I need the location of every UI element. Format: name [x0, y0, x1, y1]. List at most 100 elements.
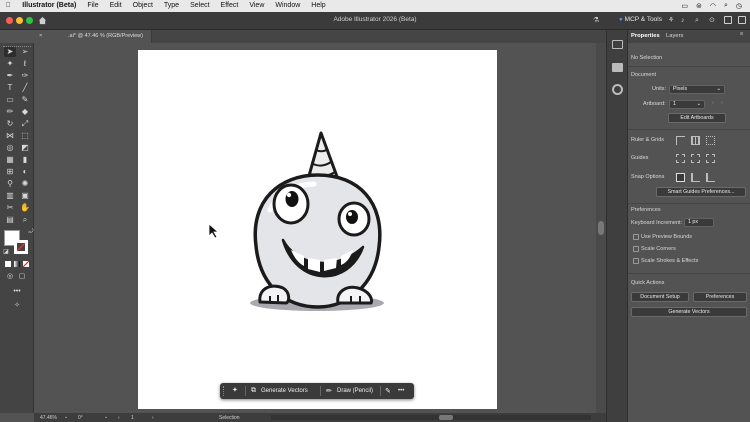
hand-tool-icon[interactable]: ✋	[19, 203, 31, 213]
tools-icon[interactable]: ⚘	[668, 17, 674, 24]
draw-mode-icon[interactable]: ◎	[4, 272, 16, 282]
mcp-tools-button[interactable]: ● MCP & Tools	[619, 16, 662, 23]
default-fill-stroke-icon[interactable]: ◪	[0, 247, 12, 257]
menu-edit[interactable]: Edit	[104, 0, 127, 12]
panel-layout-icon[interactable]	[738, 16, 746, 24]
pencil-options-icon[interactable]: ✎	[385, 387, 391, 395]
pencil-tool-icon[interactable]: ✏	[4, 107, 16, 117]
menu-view[interactable]: View	[244, 0, 270, 12]
app-search-icon[interactable]: ⌕	[695, 17, 699, 24]
symbol-sprayer-tool-icon[interactable]: ✺	[19, 179, 31, 189]
generate-vectors-button[interactable]: Generate Vectors	[261, 388, 308, 394]
menu-effect[interactable]: Effect	[215, 0, 244, 12]
close-tab-icon[interactable]: ×	[39, 30, 42, 43]
lasso-tool-icon[interactable]: ℓ	[19, 59, 31, 69]
properties-panel-icon[interactable]	[612, 40, 623, 49]
generate-vectors-panel-button[interactable]: Generate Vectors	[631, 307, 747, 317]
use-preview-bounds-checkbox[interactable]	[633, 234, 639, 240]
mesh-tool-icon[interactable]: ⊞	[4, 167, 16, 177]
scale-strokes-checkbox[interactable]	[633, 258, 639, 264]
clock-icon[interactable]: ◷	[736, 2, 742, 10]
control-center-icon[interactable]: ⊜	[696, 2, 702, 10]
app-menu[interactable]: Illustrator (Beta)	[16, 0, 82, 12]
h-scroll-thumb[interactable]	[439, 415, 453, 420]
zoom-tool-icon[interactable]: ⌕	[19, 215, 31, 225]
screen-mode-icon[interactable]: ▢	[16, 272, 28, 282]
magic-icon[interactable]: ✦	[232, 386, 238, 394]
gradient-mode-icon[interactable]	[14, 261, 20, 267]
rectangle-tool-icon[interactable]: ▭	[4, 95, 16, 105]
generative-tool-icon[interactable]: ✧	[11, 301, 23, 311]
prev-artboard-icon[interactable]: ‹	[118, 415, 120, 421]
artboard[interactable]	[138, 50, 497, 409]
menu-help[interactable]: Help	[306, 0, 331, 12]
units-dropdown[interactable]: Pixels ⌄	[669, 85, 725, 94]
menu-type[interactable]: Type	[158, 0, 184, 12]
rotation-dropdown-icon[interactable]: ⌄	[104, 414, 108, 420]
vertical-scrollbar[interactable]	[596, 43, 606, 413]
none-mode-icon[interactable]	[23, 261, 29, 267]
notifications-icon[interactable]: ♪	[681, 17, 685, 24]
shape-builder-tool-icon[interactable]: ◎	[4, 143, 16, 153]
edit-artboards-button[interactable]: Edit Artboards	[668, 113, 726, 123]
rulers-icon[interactable]	[676, 136, 685, 145]
more-options-button[interactable]: •••	[398, 388, 404, 394]
scale-tool-icon[interactable]: ⤢	[19, 119, 31, 129]
next-artboard-arrow-icon[interactable]: ›	[721, 100, 723, 106]
smart-guides-icon[interactable]	[706, 154, 715, 163]
smart-guides-preferences-button[interactable]: Smart Guides Preferences...	[656, 187, 746, 197]
menu-select[interactable]: Select	[185, 0, 215, 12]
perspective-grid-tool-icon[interactable]: ▦	[4, 155, 16, 165]
snap-to-pixel-icon[interactable]	[706, 173, 715, 182]
grid-icon[interactable]	[691, 136, 700, 145]
apple-icon[interactable]: 	[0, 0, 16, 12]
print-tiling-tool-icon[interactable]: ▤	[4, 215, 16, 225]
tab-properties[interactable]: Properties	[631, 33, 660, 39]
selection-tool-icon[interactable]: ➤	[4, 47, 16, 57]
artboard-tool-icon[interactable]: ▣	[19, 191, 31, 201]
width-tool-icon[interactable]: ⋈	[4, 131, 16, 141]
magic-wand-tool-icon[interactable]: ✦	[4, 59, 16, 69]
monster-illustration[interactable]	[138, 50, 497, 409]
snap-to-point-icon[interactable]	[676, 173, 685, 182]
next-artboard-icon[interactable]: ›	[152, 415, 154, 421]
help-icon[interactable]: ⊙	[709, 17, 715, 24]
panel-menu-icon[interactable]: ≡	[740, 31, 743, 37]
type-tool-icon[interactable]: T	[4, 83, 16, 93]
pen-tool-icon[interactable]: ✒	[4, 71, 16, 81]
slice-tool-icon[interactable]: ✂	[4, 203, 16, 213]
show-guides-icon[interactable]	[676, 154, 685, 163]
tab-layers[interactable]: Layers	[666, 33, 683, 39]
preferences-button[interactable]: Preferences	[693, 292, 747, 302]
column-graph-tool-icon[interactable]: ▥	[4, 191, 16, 201]
scroll-thumb[interactable]	[598, 221, 604, 235]
horizontal-scrollbar[interactable]	[271, 415, 591, 420]
menu-extras-icon[interactable]: ▭	[681, 2, 688, 10]
more-tools-icon[interactable]: •••	[11, 287, 23, 297]
rotation-value[interactable]: 0°	[78, 415, 83, 421]
document-tab[interactable]: × .ai* @ 47.46 % (RGB/Preview)	[34, 30, 152, 43]
prev-artboard-arrow-icon[interactable]: ‹	[712, 100, 714, 106]
flask-icon[interactable]: ⚗	[593, 17, 599, 24]
direct-selection-tool-icon[interactable]: ➢	[19, 47, 31, 57]
search-icon[interactable]: ⌕	[724, 2, 728, 10]
rotate-tool-icon[interactable]: ↻	[4, 119, 16, 129]
eyedropper-tool-icon[interactable]: ⚲	[4, 179, 16, 189]
zoom-level[interactable]: 47.46%	[40, 415, 57, 421]
menu-window[interactable]: Window	[270, 0, 306, 12]
color-panel-icon[interactable]	[612, 84, 623, 95]
draw-pencil-button[interactable]: Draw (Pencil)	[337, 388, 373, 394]
menu-object[interactable]: Object	[127, 0, 158, 12]
pixel-grid-icon[interactable]	[706, 136, 715, 145]
eraser-tool-icon[interactable]: ◆	[19, 107, 31, 117]
artboard-number[interactable]: 1	[131, 415, 134, 421]
canvas-area[interactable]	[34, 43, 594, 413]
keyboard-increment-input[interactable]: 1 px	[684, 218, 714, 227]
color-mode-icon[interactable]	[5, 261, 11, 267]
curvature-tool-icon[interactable]: ✑	[19, 71, 31, 81]
gradient-tool-icon[interactable]: ▮	[19, 155, 31, 165]
live-paint-tool-icon[interactable]: ◩	[19, 143, 31, 153]
scale-corners-checkbox[interactable]	[633, 246, 639, 252]
menu-file[interactable]: File	[82, 0, 104, 12]
libraries-panel-icon[interactable]	[612, 63, 623, 72]
